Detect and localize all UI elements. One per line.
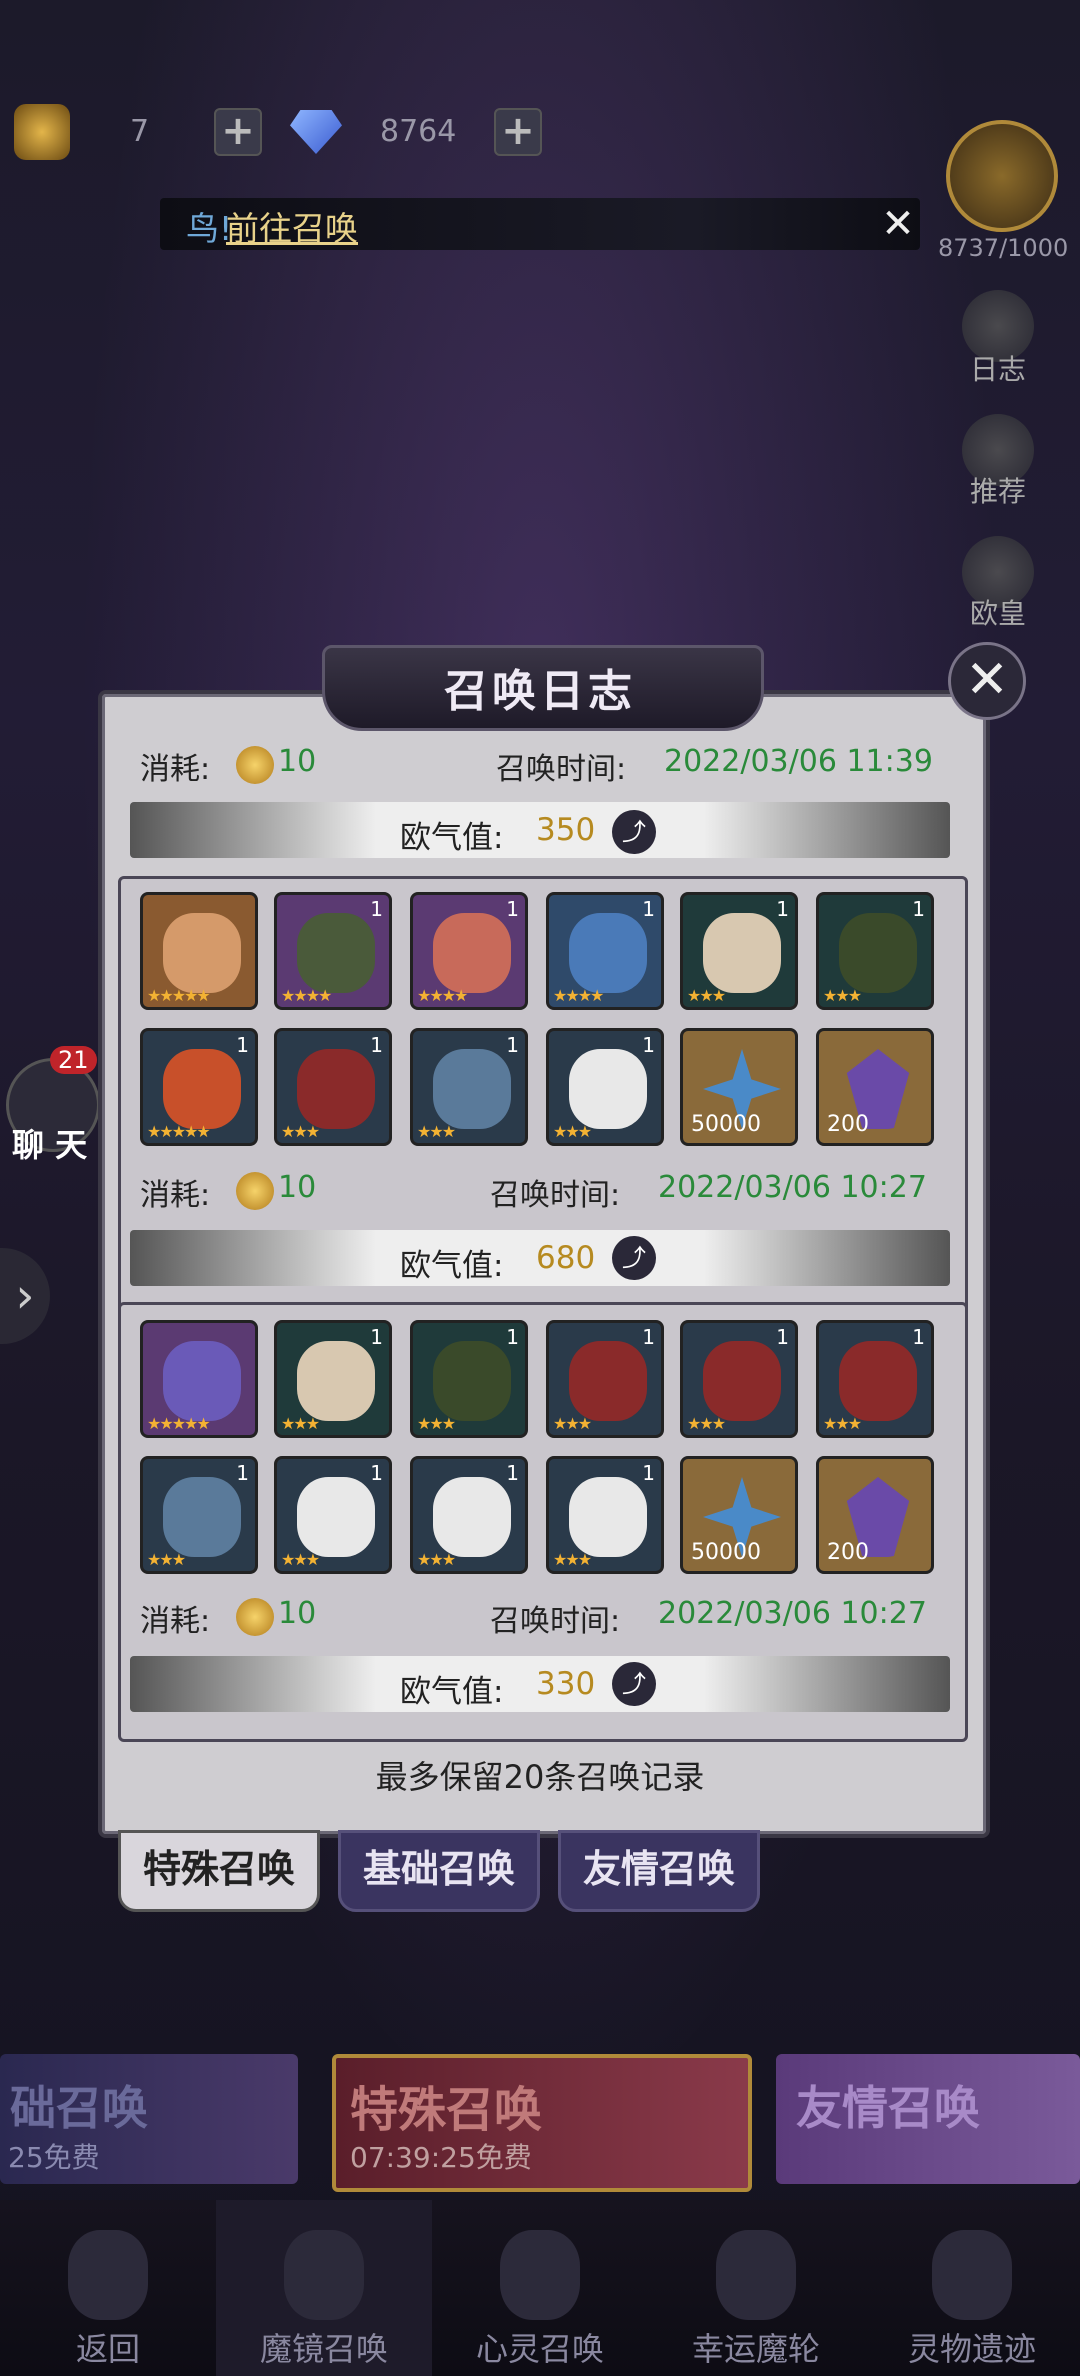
- ticket-icon: [14, 104, 70, 160]
- back-arrow-icon: [68, 2230, 148, 2320]
- hero-card[interactable]: 1 ★★★★: [410, 892, 528, 1010]
- hero-card[interactable]: ★★★★★: [140, 892, 258, 1010]
- nav-back[interactable]: 返回: [0, 2200, 216, 2376]
- mirror-icon: [284, 2230, 364, 2320]
- nav-soul-summon[interactable]: 心灵召唤: [432, 2200, 648, 2376]
- hero-card[interactable]: 1 ★★★: [816, 1320, 934, 1438]
- go-summon-link[interactable]: 前往召唤: [226, 202, 358, 250]
- share-icon[interactable]: ⤴: [612, 1662, 656, 1706]
- hero-card[interactable]: ★★★★★: [140, 1320, 258, 1438]
- side-btn-lucky[interactable]: 欧皇: [953, 592, 1043, 632]
- chat-badge: 21: [50, 1046, 97, 1074]
- nav-mirror-summon[interactable]: 魔镜召唤: [216, 2200, 432, 2376]
- basic-summon-sub: 25免费: [8, 2141, 100, 2174]
- hero-card[interactable]: 1 ★★★: [546, 1028, 664, 1146]
- time-value: 2022/03/06 10:27: [658, 1596, 927, 1631]
- cost-value: 10: [278, 1170, 317, 1205]
- ticket-count: 7: [130, 114, 150, 149]
- time-value: 2022/03/06 11:39: [664, 744, 933, 779]
- lucky-value: 330: [536, 1666, 596, 1702]
- hero-card[interactable]: 1 ★★★: [140, 1456, 258, 1574]
- side-btn-log[interactable]: 日志: [953, 348, 1043, 388]
- gem-count: 8764: [380, 114, 457, 149]
- time-label: 召唤时间:: [490, 1604, 621, 1639]
- top-bar: [0, 0, 1080, 200]
- hero-card[interactable]: 1 ★★★: [410, 1028, 528, 1146]
- expand-chevron-icon[interactable]: ›: [0, 1248, 50, 1344]
- cost-label: 消耗:: [140, 1604, 211, 1639]
- time-label: 召唤时间:: [496, 752, 627, 787]
- hero-card[interactable]: 1 ★★★★: [274, 892, 392, 1010]
- hero-card[interactable]: 1 ★★★★★: [140, 1028, 258, 1146]
- tab-basic-summon[interactable]: 基础召唤: [338, 1830, 540, 1912]
- add-ticket-button[interactable]: +: [214, 108, 262, 156]
- special-summon-sub: 07:39:25免费: [350, 2141, 532, 2174]
- ticket-icon: [236, 746, 274, 784]
- exp-item-card[interactable]: 50000: [680, 1456, 798, 1574]
- hero-card[interactable]: 1 ★★★: [274, 1456, 392, 1574]
- special-summon-title: 特殊召唤: [350, 2082, 543, 2138]
- tab-special-summon[interactable]: 特殊召唤: [118, 1830, 320, 1912]
- chat-label[interactable]: 聊 天: [12, 1120, 87, 1166]
- crystal-icon: [500, 2230, 580, 2320]
- exp-item-card[interactable]: 50000: [680, 1028, 798, 1146]
- side-btn-recommend[interactable]: 推荐: [953, 470, 1043, 510]
- cost-label: 消耗:: [140, 1178, 211, 1213]
- hero-card[interactable]: 1 ★★★: [816, 892, 934, 1010]
- ticket-icon: [236, 1598, 274, 1636]
- add-gem-button[interactable]: +: [494, 108, 542, 156]
- dialog-title: 召唤日志: [444, 666, 636, 717]
- hero-card[interactable]: 1 ★★★: [680, 892, 798, 1010]
- share-icon[interactable]: ⤴: [612, 1236, 656, 1280]
- nav-lucky-wheel[interactable]: 幸运魔轮: [648, 2200, 864, 2376]
- lucky-value: 350: [536, 812, 596, 848]
- cost-value: 10: [278, 744, 317, 779]
- avatar-progress: 8737/1000: [938, 234, 1069, 262]
- announcement-close-icon[interactable]: ✕: [876, 202, 920, 246]
- hero-card[interactable]: 1 ★★★: [680, 1320, 798, 1438]
- share-icon[interactable]: ⤴: [612, 810, 656, 854]
- lucky-label: 欧气值:: [400, 820, 504, 856]
- nav-relic-ruins[interactable]: 灵物遗迹: [864, 2200, 1080, 2376]
- friend-summon-title: 友情召唤: [796, 2081, 980, 2135]
- close-dialog-button[interactable]: ✕: [948, 642, 1026, 720]
- footer-note: 最多保留20条召唤记录: [375, 1758, 705, 1796]
- hero-card[interactable]: 1 ★★★: [410, 1456, 528, 1574]
- avatar[interactable]: [946, 120, 1058, 232]
- time-label: 召唤时间:: [490, 1178, 621, 1213]
- hero-card[interactable]: 1 ★★★: [274, 1028, 392, 1146]
- hero-card[interactable]: 1 ★★★: [410, 1320, 528, 1438]
- wheel-icon: [716, 2230, 796, 2320]
- crystal-item-card[interactable]: 200: [816, 1028, 934, 1146]
- relic-icon: [932, 2230, 1012, 2320]
- ticket-icon: [236, 1172, 274, 1210]
- basic-summon-title: 础召唤: [10, 2081, 148, 2135]
- tab-friend-summon[interactable]: 友情召唤: [558, 1830, 760, 1912]
- hero-card[interactable]: 1 ★★★: [546, 1320, 664, 1438]
- hero-card[interactable]: 1 ★★★★: [546, 892, 664, 1010]
- time-value: 2022/03/06 10:27: [658, 1170, 927, 1205]
- hero-card[interactable]: 1 ★★★: [274, 1320, 392, 1438]
- crystal-item-card[interactable]: 200: [816, 1456, 934, 1574]
- lucky-value: 680: [536, 1240, 596, 1276]
- lucky-label: 欧气值:: [400, 1248, 504, 1284]
- hero-card[interactable]: 1 ★★★: [546, 1456, 664, 1574]
- cost-label: 消耗:: [140, 752, 211, 787]
- lucky-label: 欧气值:: [400, 1674, 504, 1710]
- cost-value: 10: [278, 1596, 317, 1631]
